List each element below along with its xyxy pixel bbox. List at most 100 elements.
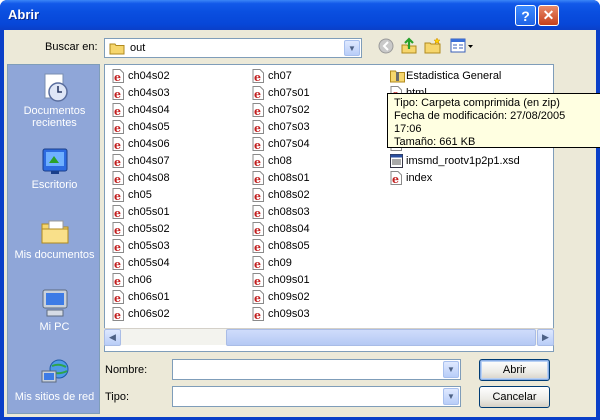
help-icon: ? — [521, 7, 530, 24]
svg-text:e: e — [114, 292, 121, 304]
svg-text:e: e — [254, 292, 261, 304]
up-folder-button[interactable] — [399, 36, 419, 56]
file-item[interactable]: e ch06s02 — [109, 306, 170, 322]
ie-file-icon: e — [112, 120, 125, 135]
file-item[interactable]: e ch08s03 — [249, 204, 310, 220]
network-places-icon — [39, 357, 71, 389]
svg-text:e: e — [254, 275, 261, 287]
place-label: Mis documentos — [14, 249, 95, 261]
file-item[interactable]: e ch04s08 — [109, 170, 170, 186]
new-folder-button[interactable] — [423, 36, 443, 56]
svg-text:e: e — [254, 258, 261, 270]
filetype-combo[interactable]: ▼ — [172, 386, 461, 407]
file-item[interactable]: e ch09 — [249, 255, 292, 271]
ie-file-icon: e — [112, 239, 125, 254]
zip-folder-icon — [390, 69, 405, 83]
file-name: ch08s05 — [268, 240, 310, 252]
file-name: ch06s01 — [128, 291, 170, 303]
file-item[interactable]: e index — [387, 170, 432, 186]
file-item[interactable]: e ch09s03 — [249, 306, 310, 322]
file-item[interactable]: e ch04s04 — [109, 102, 170, 118]
file-name: ch08s02 — [268, 189, 310, 201]
svg-text:e: e — [254, 190, 261, 202]
place-label: Mi PC — [39, 321, 70, 333]
chevron-right-icon: ▶ — [542, 332, 549, 342]
scroll-left-button[interactable]: ◀ — [104, 329, 121, 346]
place-my-documents[interactable]: Mis documentos — [8, 215, 101, 261]
file-name: ch08s03 — [268, 206, 310, 218]
chevron-down-icon[interactable]: ▼ — [344, 40, 360, 56]
look-in-label: Buscar en: — [45, 41, 98, 53]
file-name: ch09s03 — [268, 308, 310, 320]
cancel-button[interactable]: Cancelar — [479, 386, 550, 408]
file-item[interactable]: e ch08s04 — [249, 221, 310, 237]
help-button[interactable]: ? — [515, 5, 536, 26]
back-button[interactable] — [376, 36, 396, 56]
place-label: Escritorio — [31, 179, 78, 191]
svg-text:e: e — [254, 173, 261, 185]
ie-file-icon: e — [252, 69, 265, 84]
file-item[interactable]: e ch07s02 — [249, 102, 310, 118]
horizontal-scrollbar[interactable]: ◀ ▶ — [104, 328, 554, 346]
file-item[interactable]: e ch04s07 — [109, 153, 170, 169]
file-item[interactable]: e ch06s01 — [109, 289, 170, 305]
svg-text:e: e — [254, 139, 261, 151]
svg-text:e: e — [254, 71, 261, 83]
file-item[interactable]: e ch04s02 — [109, 68, 170, 84]
file-name: ch07 — [268, 70, 292, 82]
place-my-computer[interactable]: Mi PC — [8, 287, 101, 333]
my-documents-icon — [39, 215, 71, 247]
svg-text:e: e — [114, 105, 121, 117]
chevron-down-icon[interactable]: ▼ — [443, 361, 459, 378]
file-name: ch04s06 — [128, 138, 170, 150]
file-item[interactable]: e ch09s01 — [249, 272, 310, 288]
file-item[interactable]: e ch04s06 — [109, 136, 170, 152]
file-item[interactable]: imsmd_rootv1p2p1.xsd — [387, 153, 520, 169]
filename-combo[interactable]: ▼ — [172, 359, 461, 380]
place-recent-documents[interactable]: Documentos recientes — [8, 71, 101, 129]
place-network[interactable]: Mis sitios de red — [8, 357, 101, 403]
file-item[interactable]: e ch05 — [109, 187, 152, 203]
ie-file-icon: e — [252, 86, 265, 101]
file-item[interactable]: Estadistica General — [387, 68, 501, 84]
look-in-combo[interactable]: out ▼ — [104, 38, 362, 58]
file-item[interactable]: e ch04s05 — [109, 119, 170, 135]
back-icon — [378, 38, 394, 54]
ie-file-icon: e — [252, 256, 265, 271]
file-item[interactable]: e ch07s04 — [249, 136, 310, 152]
open-button-label: Abrir — [502, 364, 527, 376]
view-menu-button[interactable] — [449, 36, 475, 56]
file-item[interactable]: e ch08s01 — [249, 170, 310, 186]
file-item[interactable]: e ch07s01 — [249, 85, 310, 101]
close-button[interactable]: ✕ — [538, 5, 559, 26]
file-item[interactable]: e ch08s02 — [249, 187, 310, 203]
file-item[interactable]: e ch06 — [109, 272, 152, 288]
cancel-button-label: Cancelar — [492, 391, 537, 403]
view-menu-icon — [450, 38, 473, 53]
file-item[interactable]: e ch04s03 — [109, 85, 170, 101]
file-item[interactable]: e ch05s02 — [109, 221, 170, 237]
svg-text:e: e — [114, 173, 121, 185]
file-item[interactable]: e ch07 — [249, 68, 292, 84]
place-label: Documentos recientes — [23, 105, 86, 129]
chevron-down-icon[interactable]: ▼ — [443, 388, 459, 405]
file-item[interactable]: e ch08 — [249, 153, 292, 169]
file-item[interactable]: e ch07s03 — [249, 119, 310, 135]
file-item[interactable]: e ch08s05 — [249, 238, 310, 254]
scroll-thumb[interactable] — [226, 329, 536, 346]
file-item[interactable]: e ch05s01 — [109, 204, 170, 220]
file-name: ch04s05 — [128, 121, 170, 133]
ie-file-icon: e — [252, 154, 265, 169]
open-button[interactable]: Abrir — [479, 359, 550, 381]
svg-text:e: e — [114, 190, 121, 202]
places-bar: Documentos recientes Escritorio Mis docu… — [7, 64, 100, 414]
title-bar[interactable]: Abrir ? ✕ — [0, 0, 600, 30]
scroll-right-button[interactable]: ▶ — [537, 329, 554, 346]
file-name: index — [406, 172, 433, 184]
svg-text:e: e — [254, 156, 261, 168]
file-item[interactable]: e ch09s02 — [249, 289, 310, 305]
svg-text:e: e — [114, 88, 121, 100]
file-item[interactable]: e ch05s04 — [109, 255, 170, 271]
file-item[interactable]: e ch05s03 — [109, 238, 170, 254]
place-desktop[interactable]: Escritorio — [8, 145, 101, 191]
